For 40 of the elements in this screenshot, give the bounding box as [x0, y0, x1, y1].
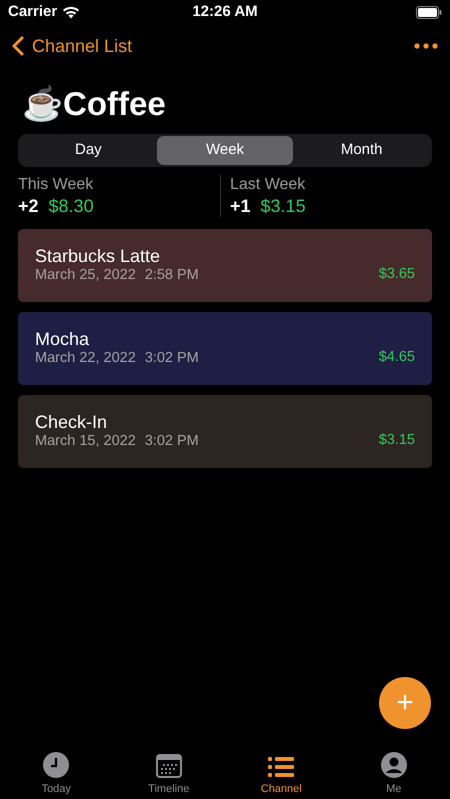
- clock-text: 12:26 AM: [192, 2, 258, 22]
- stat-amount: $8.30: [48, 195, 94, 217]
- calendar-icon: [156, 754, 182, 778]
- segment-tab[interactable]: Month: [293, 136, 430, 165]
- entry-date: March 25, 2022: [35, 266, 136, 284]
- back-button[interactable]: Channel List: [12, 32, 132, 60]
- entry-name: Starbucks Latte: [35, 246, 162, 266]
- entry-time: 3:02 PM: [144, 349, 199, 367]
- entry-date: March 15, 2022: [35, 432, 136, 450]
- tab-bar-item[interactable]: Me: [338, 748, 450, 799]
- segment-tab[interactable]: Week: [156, 136, 294, 165]
- tab-bar-item[interactable]: Timeline: [112, 748, 225, 799]
- entry-time: 3:02 PM: [144, 432, 199, 450]
- segment-tab[interactable]: Day: [20, 136, 157, 165]
- entry-card[interactable]: Starbucks Latte March 25, 2022 2:58 PM $3.65: [18, 229, 432, 302]
- entry-time: 2:58 PM: [144, 266, 199, 284]
- entry-date: March 22, 2022: [35, 349, 136, 367]
- clock-icon: [43, 752, 70, 778]
- tab-bar-item[interactable]: Channel: [225, 748, 338, 799]
- entry-card[interactable]: Mocha March 22, 2022 3:02 PM $4.65: [18, 312, 432, 385]
- stat-amount: $3.15: [260, 195, 306, 217]
- entry-card[interactable]: Check-In March 15, 2022 3:02 PM $3.15: [18, 395, 432, 468]
- entry-amount: $3.65: [378, 265, 415, 284]
- stat-count: +2: [18, 195, 39, 217]
- carrier-text: Carrier: [8, 2, 58, 22]
- chevron-left-icon: [12, 36, 24, 56]
- wifi-icon: [62, 6, 80, 18]
- list-icon: [268, 756, 294, 778]
- page-title: ☕Coffee: [22, 84, 166, 124]
- entry-name: Mocha: [35, 329, 90, 349]
- battery-icon: [416, 6, 442, 18]
- stat-label: Last Week: [230, 175, 306, 195]
- person-icon: [380, 752, 407, 778]
- tab-bar-item[interactable]: Today: [0, 748, 112, 799]
- entry-name: Check-In: [35, 412, 108, 432]
- entry-amount: $4.65: [378, 348, 415, 368]
- more-icon[interactable]: [414, 43, 438, 49]
- stat-label: This Week: [18, 175, 94, 195]
- entry-amount: $3.15: [378, 431, 415, 450]
- stat-count: +1: [230, 195, 251, 217]
